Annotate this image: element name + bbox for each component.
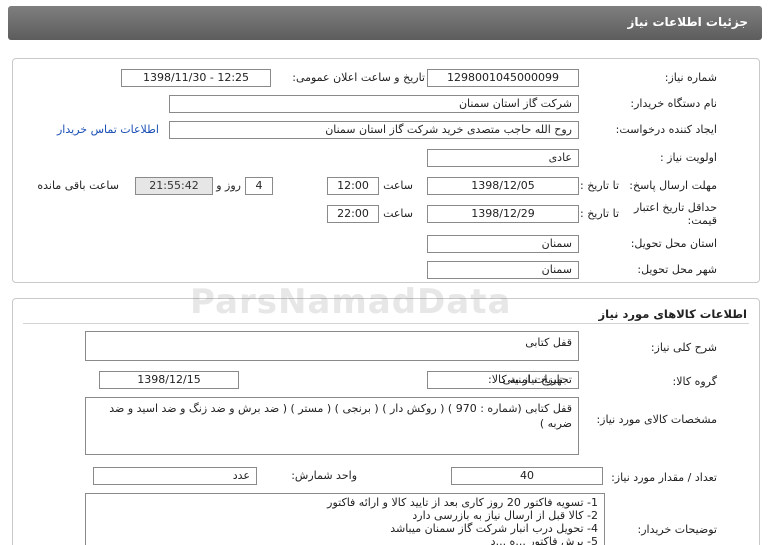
requester-field[interactable]: روح الله حاجب متصدی خرید شرکت گاز استان … (169, 121, 579, 139)
remaining-time-field: 21:55:42 (135, 177, 213, 195)
specs-label: مشخصات کالای مورد نیاز: (596, 413, 717, 426)
specs-field[interactable]: قفل کتابی (شماره : 970 ) ( روکش دار ) ( … (85, 397, 579, 455)
need-number-field[interactable]: 1298001045000099 (427, 69, 579, 87)
need-info-panel: شماره نیاز: 1298001045000099 تاریخ و ساع… (12, 58, 760, 283)
page-title: جزئیات اطلاعات نیاز (627, 15, 748, 29)
province-field[interactable]: سمنان (427, 235, 579, 253)
province-label: استان محل تحویل: (630, 237, 717, 250)
qty-field[interactable]: 40 (451, 467, 603, 485)
requester-label: ایجاد کننده درخواست: (615, 123, 717, 136)
deadline-time-field[interactable]: 12:00 (327, 177, 379, 195)
priority-field[interactable]: عادی (427, 149, 579, 167)
deadline-label: مهلت ارسال پاسخ: (629, 179, 717, 192)
validity-label: حداقل تاریخ اعتبار قیمت: (633, 201, 717, 227)
buyer-notes-label: توضیحات خریدار: (637, 523, 718, 536)
buyer-org-field[interactable]: شرکت گاز استان سمنان (169, 95, 579, 113)
days-field[interactable]: 4 (245, 177, 273, 195)
need-date-field[interactable]: 1398/12/15 (99, 371, 239, 389)
deadline-until-label: تا تاریخ : (580, 179, 619, 192)
city-label: شهر محل تحویل: (637, 263, 717, 276)
buyer-org-label: نام دستگاه خریدار: (630, 97, 717, 110)
days-label: روز و (216, 179, 241, 192)
summary-label: شرح کلی نیاز: (650, 341, 717, 354)
remaining-label: ساعت باقی مانده (37, 179, 119, 192)
group-label: گروه کالا: (672, 375, 717, 388)
need-number-label: شماره نیاز: (664, 71, 717, 84)
priority-label: اولویت نیاز : (659, 151, 717, 164)
validity-until-label: تا تاریخ : (580, 207, 619, 220)
need-date-label: تاریخ نیاز به کالا: (488, 373, 563, 386)
city-field[interactable]: سمنان (427, 261, 579, 279)
goods-panel: اطلاعات کالاهای مورد نیاز شرح کلی نیاز: … (12, 298, 760, 545)
buyer-contact-link[interactable]: اطلاعات تماس خریدار (57, 123, 159, 136)
unit-label: واحد شمارش: (291, 469, 357, 482)
note-line: 4- تحویل درب انبار شرکت گاز سمنان میباشد (390, 522, 598, 535)
validity-time-field[interactable]: 22:00 (327, 205, 379, 223)
buyer-notes-field[interactable]: 1- تسویه فاکتور 20 روز کاری بعد از تایید… (85, 493, 605, 545)
goods-section-title: اطلاعات کالاهای مورد نیاز (598, 307, 747, 321)
note-line: 1- تسویه فاکتور 20 روز کاری بعد از تایید… (327, 496, 598, 509)
validity-time-label: ساعت (383, 207, 413, 220)
unit-field[interactable]: عدد (93, 467, 257, 485)
announce-field[interactable]: 1398/11/30 - 12:25 (121, 69, 271, 87)
deadline-time-label: ساعت (383, 179, 413, 192)
announce-label: تاریخ و ساعت اعلان عمومی: (292, 71, 425, 84)
summary-field[interactable]: قفل کتابی (85, 331, 579, 361)
validity-date-field[interactable]: 1398/12/29 (427, 205, 579, 223)
section-divider (23, 323, 749, 324)
qty-label: تعداد / مقدار مورد نیاز: (611, 471, 717, 484)
note-line: 5- برش فاکتور ...ه ...د (490, 535, 598, 545)
page-header: جزئیات اطلاعات نیاز (8, 6, 762, 40)
watermark: ParsNamadData (190, 282, 512, 322)
deadline-date-field[interactable]: 1398/12/05 (427, 177, 579, 195)
note-line: 2- کالا قبل از ارسال نیاز به بازرسی دارد (412, 509, 598, 522)
